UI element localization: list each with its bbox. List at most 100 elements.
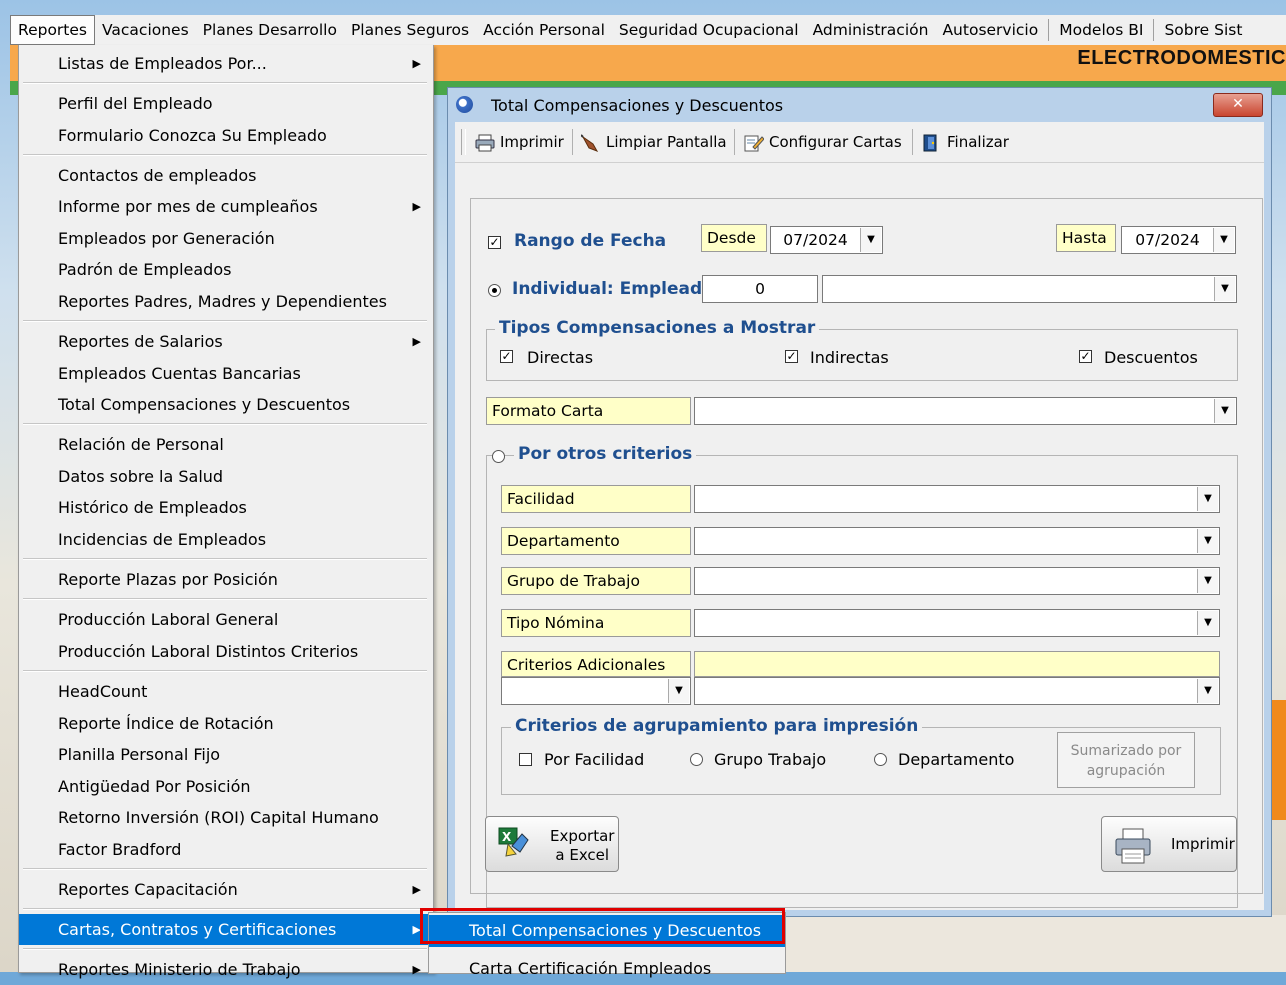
menu-item-salarios[interactable]: Reportes de Salarios ▶ xyxy=(19,326,431,357)
menu-item-bradford[interactable]: Factor Bradford xyxy=(19,834,431,865)
chevron-down-icon[interactable]: ▼ xyxy=(1197,529,1218,553)
chevron-down-icon[interactable]: ▼ xyxy=(1213,228,1234,252)
menu-separator xyxy=(23,598,427,600)
employee-id-input[interactable]: 0 xyxy=(702,275,818,303)
menu-item-cartas-contratos[interactable]: Cartas, Contratos y Certificaciones ▶ xyxy=(19,914,431,945)
menu-item-listas-empleados[interactable]: Listas de Empleados Por... ▶ xyxy=(19,48,431,79)
menu-administracion[interactable]: Administración xyxy=(806,15,936,45)
menu-item-produccion-general[interactable]: Producción Laboral General xyxy=(19,604,431,635)
menu-item-cumpleanos[interactable]: Informe por mes de cumpleaños ▶ xyxy=(19,191,431,222)
chevron-down-icon[interactable]: ▼ xyxy=(1214,399,1235,423)
menu-separator xyxy=(23,558,427,560)
departamento-radio[interactable] xyxy=(874,753,887,766)
menu-item-formulario-conozca[interactable]: Formulario Conozca Su Empleado xyxy=(19,120,431,151)
close-button[interactable]: ✕ xyxy=(1213,93,1263,117)
toolbar-print-label: Imprimir xyxy=(500,133,564,151)
chevron-down-icon[interactable]: ▼ xyxy=(1214,277,1235,301)
menu-item-plazas-posicion[interactable]: Reporte Plazas por Posición xyxy=(19,564,431,595)
from-label: Desde xyxy=(701,224,767,252)
menu-vacaciones[interactable]: Vacaciones xyxy=(95,15,196,45)
print-button[interactable]: Imprimir xyxy=(1101,816,1237,872)
menu-planes-desarrollo[interactable]: Planes Desarrollo xyxy=(196,15,344,45)
descuentos-checkbox[interactable]: ✓ xyxy=(1079,350,1092,363)
chevron-down-icon[interactable]: ▼ xyxy=(860,228,881,252)
menu-item-label: Antigüedad Por Posición xyxy=(58,777,251,796)
por-facilidad-checkbox[interactable] xyxy=(519,753,532,766)
menu-seguridad-ocupacional[interactable]: Seguridad Ocupacional xyxy=(612,15,806,45)
other-criteria-radio[interactable] xyxy=(492,450,505,463)
menu-sobre-sistema[interactable]: Sobre Sist xyxy=(1157,15,1249,45)
chevron-down-icon[interactable]: ▼ xyxy=(1197,611,1218,635)
descuentos-label: Descuentos xyxy=(1104,348,1198,367)
chevron-down-icon[interactable]: ▼ xyxy=(1197,487,1218,511)
formato-carta-select[interactable]: ▼ xyxy=(694,397,1237,425)
total-compensaciones-dialog: Total Compensaciones y Descuentos ✕ Impr… xyxy=(447,87,1272,917)
menu-item-relacion-personal[interactable]: Relación de Personal xyxy=(19,429,431,460)
departamento-select[interactable]: ▼ xyxy=(694,527,1220,555)
menu-item-label: HeadCount xyxy=(58,682,148,701)
menu-item-label: Reportes Padres, Madres y Dependientes xyxy=(58,292,387,311)
menu-item-produccion-criterios[interactable]: Producción Laboral Distintos Criterios xyxy=(19,636,431,667)
menu-item-ministerio-trabajo[interactable]: Reportes Ministerio de Trabajo ▶ xyxy=(19,954,431,985)
toolbar-print-button[interactable]: Imprimir xyxy=(475,130,564,154)
criterios-adicionales-input[interactable] xyxy=(694,651,1220,677)
toolbar-configure-button[interactable]: Configurar Cartas xyxy=(744,130,902,154)
menu-item-perfil-empleado[interactable]: Perfil del Empleado xyxy=(19,88,431,119)
menu-item-label: Planilla Personal Fijo xyxy=(58,745,221,764)
menu-item-label: Informe por mes de cumpleaños xyxy=(58,197,318,216)
tipo-nomina-select[interactable]: ▼ xyxy=(694,609,1220,637)
indirectas-checkbox[interactable]: ✓ xyxy=(785,350,798,363)
facilidad-select[interactable]: ▼ xyxy=(694,485,1220,513)
chevron-down-icon[interactable]: ▼ xyxy=(1197,569,1218,593)
from-date-value: 07/2024 xyxy=(783,231,848,249)
menu-item-padron[interactable]: Padrón de Empleados xyxy=(19,254,431,285)
broom-icon xyxy=(580,133,601,152)
menu-separator xyxy=(23,423,427,425)
menu-accion-personal[interactable]: Acción Personal xyxy=(476,15,612,45)
menu-autoservicio[interactable]: Autoservicio xyxy=(935,15,1045,45)
individual-radio[interactable] xyxy=(488,284,501,297)
menu-item-headcount[interactable]: HeadCount xyxy=(19,676,431,707)
menu-item-cuentas-bancarias[interactable]: Empleados Cuentas Bancarias xyxy=(19,358,431,389)
edit-document-icon xyxy=(744,134,765,152)
menu-modelos-bi[interactable]: Modelos BI xyxy=(1052,15,1150,45)
menu-item-padres-madres[interactable]: Reportes Padres, Madres y Dependientes xyxy=(19,286,431,317)
menu-item-contactos[interactable]: Contactos de empleados xyxy=(19,160,431,191)
grupo-trabajo-select[interactable]: ▼ xyxy=(694,567,1220,595)
criterios-campo-select[interactable]: ▼ xyxy=(501,677,691,705)
export-excel-button[interactable]: X Exportar a Excel xyxy=(485,816,619,872)
toolbar-clear-button[interactable]: Limpiar Pantalla xyxy=(580,130,727,154)
directas-checkbox[interactable]: ✓ xyxy=(500,350,513,363)
employee-name-select[interactable]: ▼ xyxy=(822,275,1237,303)
menu-item-total-compensaciones[interactable]: Total Compensaciones y Descuentos xyxy=(19,389,431,420)
grupo-trabajo-radio[interactable] xyxy=(690,753,703,766)
menu-item-roi[interactable]: Retorno Inversión (ROI) Capital Humano xyxy=(19,802,431,833)
menu-item-historico[interactable]: Histórico de Empleados xyxy=(19,492,431,523)
menu-item-capacitacion[interactable]: Reportes Capacitación ▶ xyxy=(19,874,431,905)
menu-item-antiguedad[interactable]: Antigüedad Por Posición xyxy=(19,771,431,802)
toolbar-separator xyxy=(734,129,735,155)
menu-separator xyxy=(23,868,427,870)
menu-reportes[interactable]: Reportes xyxy=(10,15,95,45)
to-date-select[interactable]: 07/2024 ▼ xyxy=(1121,226,1236,254)
export-line2: a Excel xyxy=(555,846,610,864)
departamento-radio-label: Departamento xyxy=(898,750,1015,769)
chevron-down-icon[interactable]: ▼ xyxy=(1197,679,1218,703)
menu-item-incidencias[interactable]: Incidencias de Empleados xyxy=(19,524,431,555)
from-date-select[interactable]: 07/2024 ▼ xyxy=(770,226,883,254)
criterios-valor-select[interactable]: ▼ xyxy=(694,677,1220,705)
indirectas-label: Indirectas xyxy=(810,348,889,367)
date-range-checkbox[interactable]: ✓ xyxy=(488,236,501,249)
menu-item-generacion[interactable]: Empleados por Generación xyxy=(19,223,431,254)
menu-item-planilla-fijo[interactable]: Planilla Personal Fijo xyxy=(19,739,431,770)
menu-item-label: Perfil del Empleado xyxy=(58,94,213,113)
menu-item-label: Listas de Empleados Por... xyxy=(58,54,267,73)
chevron-down-icon[interactable]: ▼ xyxy=(668,679,689,703)
toolbar-finish-button[interactable]: Finalizar xyxy=(922,130,1009,154)
menu-item-salud[interactable]: Datos sobre la Salud xyxy=(19,461,431,492)
submenu-item-carta-certificacion[interactable]: Carta Certificación Empleados xyxy=(429,953,785,985)
sumarizado-button[interactable]: Sumarizado por agrupación xyxy=(1057,732,1195,788)
menu-item-label: Padrón de Empleados xyxy=(58,260,232,279)
menu-item-rotacion[interactable]: Reporte Índice de Rotación xyxy=(19,708,431,739)
menu-planes-seguros[interactable]: Planes Seguros xyxy=(344,15,476,45)
